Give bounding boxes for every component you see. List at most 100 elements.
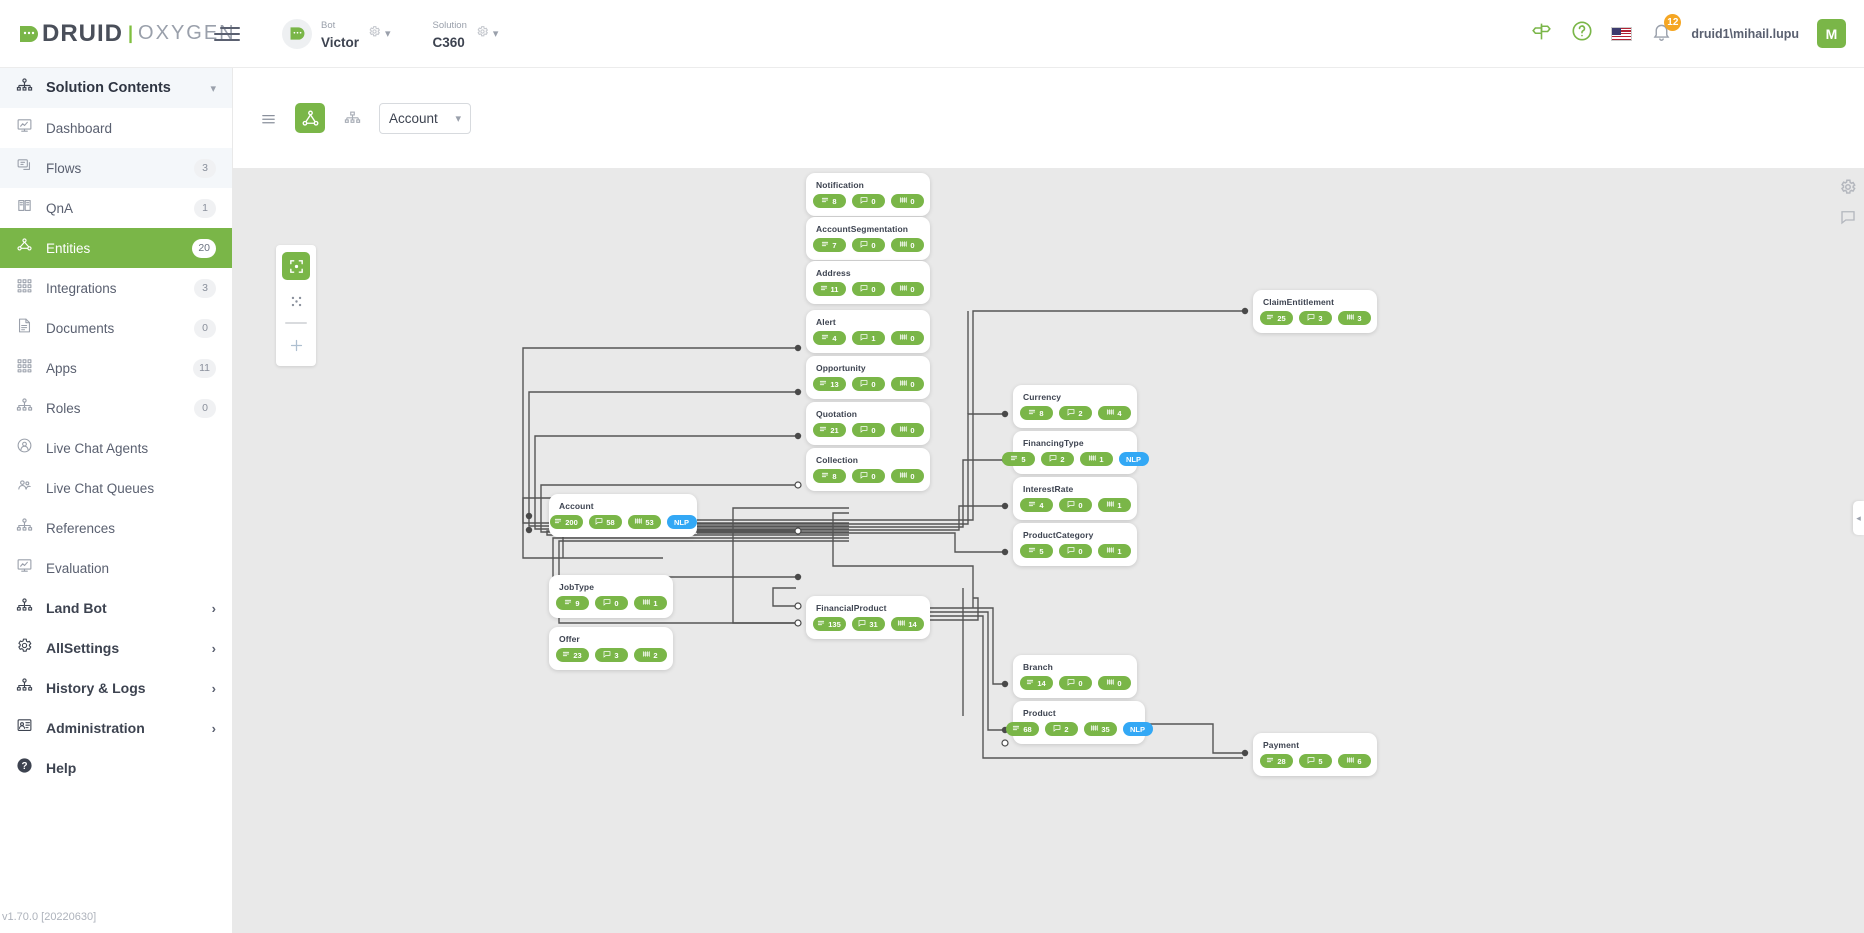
entity-metric-pill[interactable]: 2 xyxy=(1058,406,1092,420)
entity-metric-pill[interactable]: 5 xyxy=(1298,754,1332,768)
sidebar-item-live-chat-agents[interactable]: Live Chat Agents xyxy=(0,428,232,468)
chevron-right-icon[interactable]: › xyxy=(212,601,216,616)
sidebar-item-entities[interactable]: Entities 20 xyxy=(0,228,232,268)
list-view-icon[interactable] xyxy=(253,103,283,133)
solution-dropdown-chevron-icon[interactable]: ▾ xyxy=(493,27,499,40)
entity-node[interactable]: Payment 28 5 6 xyxy=(1253,733,1377,776)
entity-node[interactable]: Address 11 0 0 xyxy=(806,261,930,304)
entity-metric-pill[interactable]: 21 xyxy=(812,423,846,437)
entity-node[interactable]: Alert 4 1 0 xyxy=(806,310,930,353)
entity-metric-pill[interactable]: 2 xyxy=(1040,452,1074,466)
bot-dropdown-chevron-icon[interactable]: ▾ xyxy=(385,27,391,40)
entity-metric-pill[interactable]: 2 xyxy=(633,648,667,662)
entity-metric-pill[interactable]: 1 xyxy=(633,596,667,610)
entity-metric-pill[interactable]: 28 xyxy=(1259,754,1293,768)
entity-metric-pill[interactable]: 58 xyxy=(588,515,622,529)
entity-metric-pill[interactable]: 135 xyxy=(812,617,846,631)
entity-metric-pill[interactable]: 0 xyxy=(890,469,924,483)
sidebar-item-references[interactable]: References xyxy=(0,508,232,548)
entity-metric-pill[interactable]: 0 xyxy=(851,282,885,296)
entity-node[interactable]: Branch 14 0 0 xyxy=(1013,655,1137,698)
entity-node[interactable]: Product 68 2 35 NLP xyxy=(1005,701,1153,744)
entity-metric-pill[interactable]: 0 xyxy=(890,423,924,437)
entity-node[interactable]: FinancingType 5 2 1 NLP xyxy=(1001,431,1149,474)
gear-icon[interactable] xyxy=(1839,178,1857,196)
entity-metric-pill[interactable]: 35 xyxy=(1083,722,1117,736)
bot-selector[interactable]: Bot Victor ▾ xyxy=(282,15,391,52)
chevron-down-icon[interactable]: ▾ xyxy=(210,82,216,95)
entity-metric-pill[interactable]: 6 xyxy=(1337,754,1371,768)
graph-view-icon[interactable] xyxy=(295,103,325,133)
entity-node[interactable]: JobType 9 0 1 xyxy=(549,575,673,618)
sidebar-item-integrations[interactable]: Integrations 3 xyxy=(0,268,232,308)
entity-node[interactable]: Currency 8 2 4 xyxy=(1013,385,1137,428)
sidebar-item-dashboard[interactable]: Dashboard xyxy=(0,108,232,148)
entity-metric-pill[interactable]: 0 xyxy=(851,423,885,437)
menu-toggle-icon[interactable] xyxy=(214,26,240,41)
nlp-badge[interactable]: NLP xyxy=(1122,722,1153,736)
sidebar-item-help[interactable]: ? Help xyxy=(0,748,232,788)
entity-metric-pill[interactable]: 4 xyxy=(1097,406,1131,420)
entity-metric-pill[interactable]: 0 xyxy=(851,377,885,391)
entity-metric-pill[interactable]: 53 xyxy=(627,515,661,529)
entity-metric-pill[interactable]: 3 xyxy=(1298,311,1332,325)
entity-metric-pill[interactable]: 8 xyxy=(1019,406,1053,420)
entity-metric-pill[interactable]: 200 xyxy=(549,515,583,529)
entity-metric-pill[interactable]: 0 xyxy=(1058,544,1092,558)
scatter-layout-icon[interactable] xyxy=(282,287,310,315)
entity-metric-pill[interactable]: 0 xyxy=(1097,676,1131,690)
entity-metric-pill[interactable]: 4 xyxy=(812,331,846,345)
sidebar-group-allsettings[interactable]: AllSettings › xyxy=(0,628,232,668)
entity-metric-pill[interactable]: 0 xyxy=(851,238,885,252)
entity-metric-pill[interactable]: 3 xyxy=(594,648,628,662)
sidebar-group-land-bot[interactable]: Land Bot › xyxy=(0,588,232,628)
zoom-in-icon[interactable] xyxy=(282,331,310,359)
entity-node[interactable]: InterestRate 4 0 1 xyxy=(1013,477,1137,520)
entity-metric-pill[interactable]: 0 xyxy=(594,596,628,610)
sidebar-item-roles[interactable]: Roles 0 xyxy=(0,388,232,428)
entity-metric-pill[interactable]: 0 xyxy=(851,469,885,483)
entity-metric-pill[interactable]: 0 xyxy=(890,331,924,345)
entity-node[interactable]: Collection 8 0 0 xyxy=(806,448,930,491)
entity-metric-pill[interactable]: 5 xyxy=(1019,544,1053,558)
entity-metric-pill[interactable]: 68 xyxy=(1005,722,1039,736)
avatar[interactable]: M xyxy=(1817,19,1846,48)
entity-metric-pill[interactable]: 31 xyxy=(851,617,885,631)
flag-icon[interactable] xyxy=(1611,26,1633,41)
entity-node[interactable]: Opportunity 13 0 0 xyxy=(806,356,930,399)
chevron-right-icon[interactable]: › xyxy=(212,681,216,696)
entity-metric-pill[interactable]: 13 xyxy=(812,377,846,391)
bot-settings-gear-icon[interactable] xyxy=(368,25,381,43)
entity-metric-pill[interactable]: 8 xyxy=(812,194,846,208)
entity-node[interactable]: Quotation 21 0 0 xyxy=(806,402,930,445)
entity-metric-pill[interactable]: 0 xyxy=(890,238,924,252)
entity-node[interactable]: Notification 8 0 0 xyxy=(806,173,930,216)
entity-metric-pill[interactable]: 0 xyxy=(890,194,924,208)
entity-metric-pill[interactable]: 14 xyxy=(890,617,924,631)
entity-metric-pill[interactable]: 1 xyxy=(1079,452,1113,466)
entity-metric-pill[interactable]: 1 xyxy=(851,331,885,345)
entity-metric-pill[interactable]: 9 xyxy=(555,596,589,610)
fit-to-screen-icon[interactable] xyxy=(282,252,310,280)
brand-logo[interactable]: DRUID | OXYGEN xyxy=(0,20,234,48)
chevron-right-icon[interactable]: › xyxy=(212,721,216,736)
entity-metric-pill[interactable]: 1 xyxy=(1097,544,1131,558)
entity-node[interactable]: FinancialProduct 135 31 14 xyxy=(806,596,930,639)
entity-metric-pill[interactable]: 2 xyxy=(1044,722,1078,736)
sidebar-item-evaluation[interactable]: Evaluation xyxy=(0,548,232,588)
sidebar-item-live-chat-queues[interactable]: Live Chat Queues xyxy=(0,468,232,508)
sidebar-item-flows[interactable]: Flows 3 xyxy=(0,148,232,188)
sidebar-group-history-logs[interactable]: History & Logs › xyxy=(0,668,232,708)
entity-graph-canvas[interactable]: Notification 8 0 0 AccountSegmentation 7 0 0 Add… xyxy=(233,168,1864,933)
entity-node[interactable]: Offer 23 3 2 xyxy=(549,627,673,670)
entity-metric-pill[interactable]: 14 xyxy=(1019,676,1053,690)
entity-metric-pill[interactable]: 3 xyxy=(1337,311,1371,325)
entity-metric-pill[interactable]: 8 xyxy=(812,469,846,483)
entity-metric-pill[interactable]: 0 xyxy=(1058,676,1092,690)
signpost-icon[interactable] xyxy=(1530,21,1553,47)
entity-node[interactable]: ClaimEntitlement 25 3 3 xyxy=(1253,290,1377,333)
entity-select[interactable]: Account ▾ xyxy=(379,102,471,134)
entity-metric-pill[interactable]: 1 xyxy=(1097,498,1131,512)
sidebar-section-header[interactable]: Solution Contents ▾ xyxy=(0,68,232,108)
chat-icon[interactable] xyxy=(1839,208,1857,226)
